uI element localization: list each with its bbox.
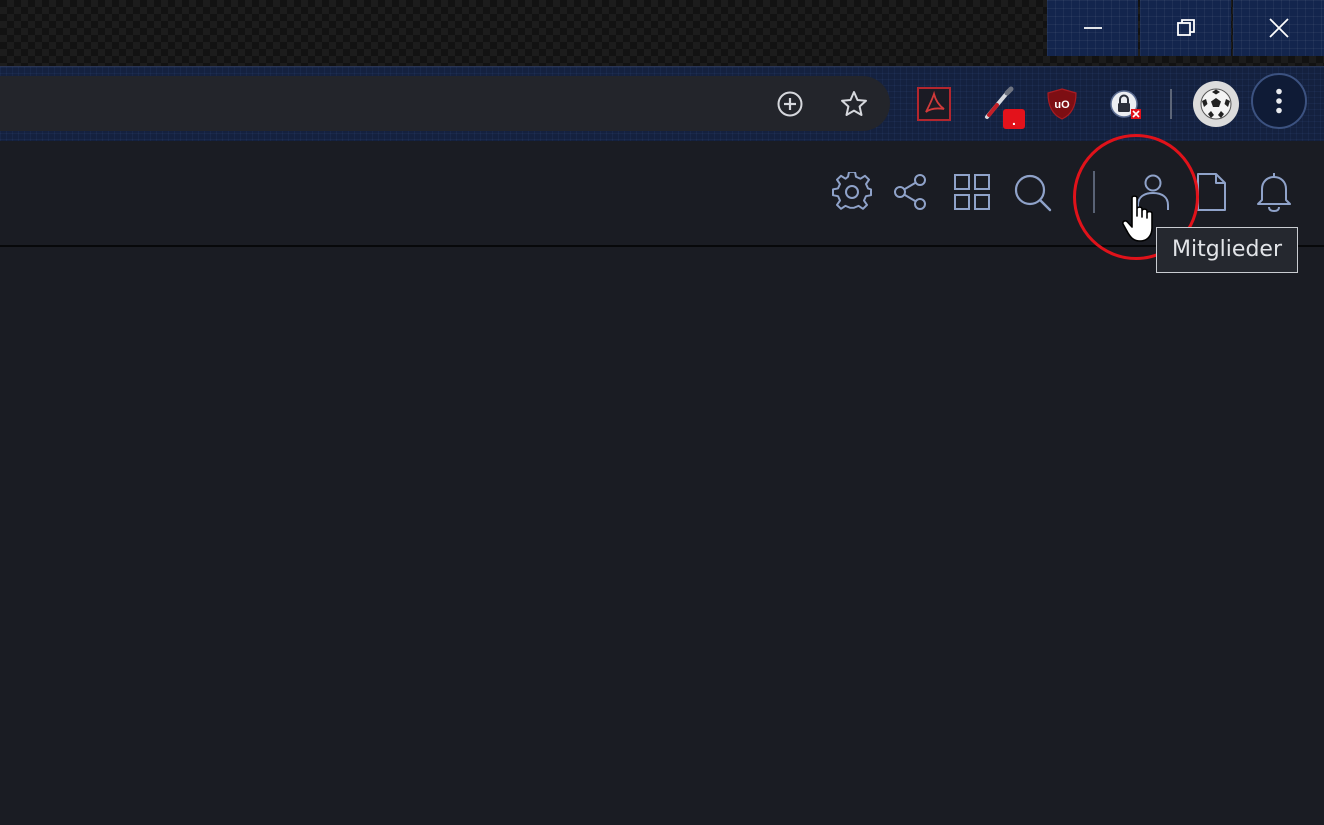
- bookmark-button[interactable]: [839, 89, 869, 119]
- adobe-acrobat-icon: [917, 87, 951, 121]
- members-tooltip: Mitglieder: [1156, 227, 1298, 273]
- ublock-origin-extension[interactable]: uO: [1045, 87, 1079, 121]
- browser-menu-button[interactable]: [1251, 73, 1307, 129]
- kebab-menu-icon: [1276, 88, 1282, 114]
- bell-icon: [1257, 173, 1291, 212]
- extension-badge: .: [1012, 112, 1016, 128]
- browser-toolbar: . uO: [0, 66, 1324, 141]
- restore-icon: [1176, 19, 1195, 36]
- window-titlebar: [0, 0, 1324, 66]
- notifications-button[interactable]: [1253, 171, 1295, 213]
- close-button[interactable]: [1233, 0, 1324, 56]
- bookmark-star-icon: [841, 91, 867, 116]
- lock-blocked-icon: [1110, 90, 1141, 119]
- apps-grid-button[interactable]: [951, 171, 993, 213]
- adobe-acrobat-extension[interactable]: [917, 87, 951, 121]
- lock-blocked-extension[interactable]: [1108, 87, 1142, 121]
- ublock-label: uO: [1054, 99, 1070, 111]
- gear-icon: [832, 172, 872, 210]
- minimize-button[interactable]: [1047, 0, 1138, 56]
- zoom-in-icon: [777, 91, 803, 117]
- share-icon: [894, 174, 926, 210]
- search-button[interactable]: [1011, 171, 1053, 213]
- address-bar[interactable]: [0, 76, 890, 131]
- hand-cursor-icon: [1122, 195, 1153, 242]
- restore-button[interactable]: [1140, 0, 1231, 56]
- profile-button[interactable]: [1193, 81, 1239, 127]
- minimize-icon: [1083, 27, 1102, 29]
- settings-button[interactable]: [831, 171, 873, 213]
- grid-icon: [954, 174, 990, 210]
- close-icon: [1268, 18, 1289, 38]
- zoom-button[interactable]: [775, 89, 805, 119]
- page-content: [0, 247, 1324, 825]
- toolbar-separator: [1170, 89, 1172, 119]
- soccer-ball-avatar-icon: [1200, 88, 1232, 120]
- ublock-origin-icon: uO: [1047, 88, 1077, 120]
- color-picker-extension[interactable]: .: [983, 86, 1025, 129]
- color-picker-icon: .: [985, 86, 1025, 129]
- window-controls: [1045, 0, 1324, 56]
- search-icon: [1014, 174, 1052, 212]
- share-button[interactable]: [890, 171, 932, 213]
